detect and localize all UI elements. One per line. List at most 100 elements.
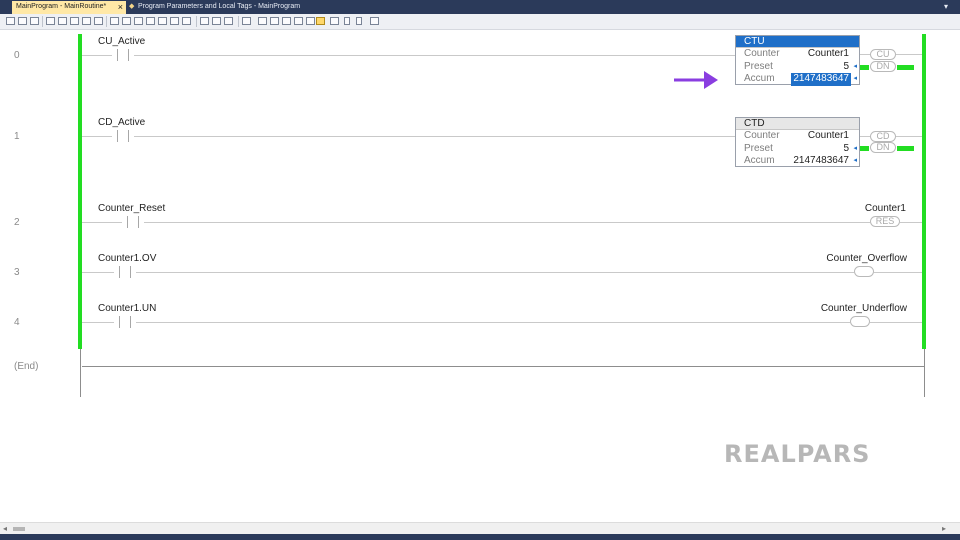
value-arrow-icon: ◂ [853, 157, 857, 164]
output-energize-icon[interactable] [70, 17, 79, 25]
tab-program-parameters[interactable]: ◆ Program Parameters and Local Tags - Ma… [128, 1, 328, 14]
rung-2-input-tag[interactable]: Counter_Reset [98, 203, 165, 214]
cu-output[interactable]: CU [870, 49, 896, 60]
rung-wire [82, 222, 122, 223]
examine-on-contact[interactable] [112, 130, 134, 142]
cancel-edits-icon[interactable] [306, 17, 315, 25]
output-energize-coil[interactable] [850, 316, 870, 327]
zoom-in-icon[interactable] [212, 17, 221, 25]
bookmark-icon[interactable] [200, 17, 209, 25]
value-arrow-icon: ◂ [853, 62, 857, 70]
branch-level-icon[interactable] [30, 17, 39, 25]
document-tab-bar: MainProgram - MainRoutine* × ◆ Program P… [0, 0, 960, 14]
energized-wire [897, 65, 914, 70]
accept-edits-icon[interactable] [258, 17, 267, 25]
counter-icon[interactable] [122, 17, 131, 25]
rung-wire [144, 222, 870, 223]
value-arrow-icon: ◂ [853, 75, 857, 82]
accum-value[interactable]: 2147483647 [793, 155, 849, 168]
value-arrow-icon: ◂ [853, 144, 857, 152]
rung-wire [896, 54, 922, 55]
rung-wire [860, 136, 870, 137]
preset-value[interactable]: 5 [843, 61, 849, 74]
counter-value[interactable]: Counter1 [808, 130, 849, 143]
energized-wire [860, 146, 869, 151]
file-icon[interactable] [182, 17, 191, 25]
compare-icon[interactable] [134, 17, 143, 25]
cd-output[interactable]: CD [870, 131, 896, 142]
rung-1-input-tag[interactable]: CD_Active [98, 117, 145, 128]
res-output[interactable]: RES [870, 216, 900, 227]
rung-0-input-tag[interactable]: CU_Active [98, 36, 145, 47]
examine-on-contact[interactable] [114, 266, 136, 278]
rung-wire [870, 322, 922, 323]
logical-icon[interactable] [170, 17, 179, 25]
end-rung-wire [82, 366, 924, 367]
rung-4-input-tag[interactable]: Counter1.UN [98, 303, 156, 314]
examine-on-icon[interactable] [46, 17, 55, 25]
tab-list-dropdown-icon[interactable]: ▾ [944, 2, 954, 12]
rung-wire [82, 322, 114, 323]
scroll-left-icon[interactable]: ◂ [3, 524, 7, 533]
rung-wire [860, 54, 870, 55]
rung-number[interactable]: 2 [14, 217, 20, 228]
ctu-instruction[interactable]: CTU Counter Counter1 Preset 5 ◂ Accum 214748… [735, 35, 860, 86]
realpars-logo: REALPARS [724, 440, 871, 468]
scrollbar-thumb[interactable] [13, 527, 25, 531]
examine-off-icon[interactable] [58, 17, 67, 25]
accum-label: Accum [744, 155, 775, 166]
rung-number[interactable]: 3 [14, 267, 20, 278]
assemble-edits-icon[interactable] [294, 17, 303, 25]
counter-value[interactable]: Counter1 [808, 48, 849, 61]
dn-output[interactable]: DN [870, 61, 896, 72]
rung-3-output-tag[interactable]: Counter_Overflow [826, 253, 907, 264]
rung-number[interactable]: 0 [14, 50, 20, 61]
energized-wire [860, 65, 869, 70]
dropdown-icon[interactable] [344, 17, 350, 25]
rung-number[interactable]: 1 [14, 131, 20, 142]
rung-wire [82, 272, 114, 273]
rung-icon[interactable] [6, 17, 15, 25]
zoom-out-icon[interactable] [224, 17, 233, 25]
left-rail-end [80, 349, 81, 397]
dropdown-icon[interactable] [356, 17, 362, 25]
tab-main-routine-label: MainProgram - MainRoutine* [16, 3, 107, 10]
examine-on-contact[interactable] [114, 316, 136, 328]
rung-2-output-tag[interactable]: Counter1 [865, 203, 906, 214]
ctd-instruction[interactable]: CTD Counter Counter1 Preset 5 ◂ Accum 214748… [735, 117, 860, 167]
rung-3-input-tag[interactable]: Counter1.OV [98, 253, 156, 264]
compute-icon[interactable] [146, 17, 155, 25]
rung-wire [82, 136, 112, 137]
rung-view-icon[interactable] [316, 17, 325, 25]
examine-on-contact[interactable] [112, 49, 134, 61]
rung-wire [134, 136, 735, 137]
move-icon[interactable] [158, 17, 167, 25]
examine-on-contact[interactable] [122, 216, 144, 228]
accum-value-selected[interactable]: 2147483647 [791, 73, 851, 86]
rung-wire [136, 322, 850, 323]
rung-4-output-tag[interactable]: Counter_Underflow [821, 303, 907, 314]
close-tab-icon[interactable]: × [118, 1, 123, 13]
more-options-icon[interactable] [370, 17, 379, 25]
untest-edits-icon[interactable] [282, 17, 291, 25]
status-strip [0, 534, 960, 540]
verify-icon[interactable] [242, 17, 251, 25]
output-energize-coil[interactable] [854, 266, 874, 277]
output-unlatch-icon[interactable] [94, 17, 103, 25]
dn-output[interactable]: DN [870, 142, 896, 153]
tab-main-routine[interactable]: MainProgram - MainRoutine* × [12, 1, 126, 14]
preset-label: Preset [744, 142, 773, 154]
output-latch-icon[interactable] [82, 17, 91, 25]
rung-wire [896, 136, 922, 137]
end-rung-label[interactable]: (End) [14, 361, 38, 372]
toolbar-separator [196, 16, 197, 27]
toolbar-separator [238, 16, 239, 27]
timer-icon[interactable] [110, 17, 119, 25]
preset-value[interactable]: 5 [843, 143, 849, 156]
toolbar-separator [42, 16, 43, 27]
test-edits-icon[interactable] [270, 17, 279, 25]
edit-zone-icon[interactable] [330, 17, 339, 25]
rung-number[interactable]: 4 [14, 317, 20, 328]
scroll-right-icon[interactable]: ▸ [942, 524, 946, 533]
branch-icon[interactable] [18, 17, 27, 25]
